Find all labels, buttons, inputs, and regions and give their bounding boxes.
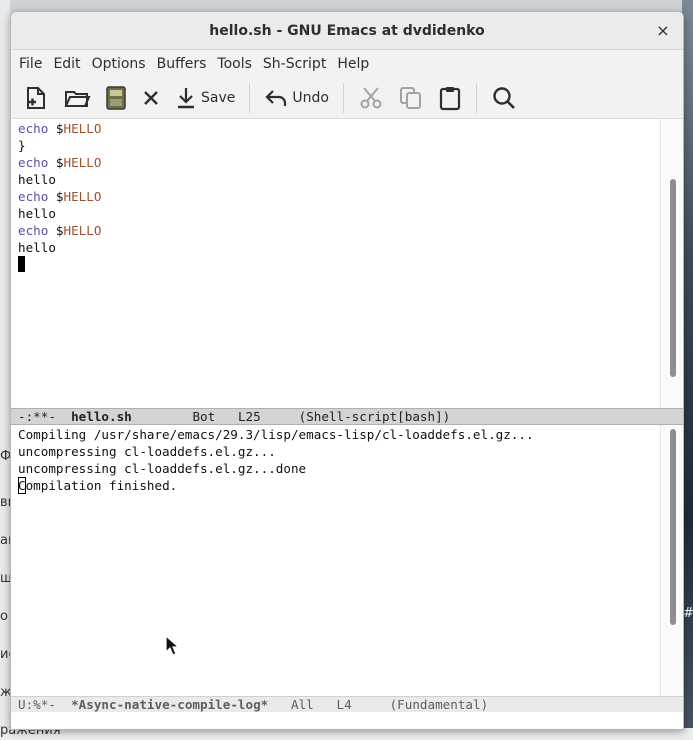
scrollbar-thumb[interactable] [670,429,676,625]
modeline-buffer-name[interactable]: hello.sh [71,409,132,424]
menu-bar: File Edit Options Buffers Tools Sh-Scrip… [11,50,683,78]
code-line [18,256,659,273]
desktop-background-left [0,0,10,740]
menu-buffers[interactable]: Buffers [156,56,215,72]
menu-options[interactable]: Options [91,56,154,72]
code-line: echo $HELLO [18,121,102,136]
save-buffer-icon [106,86,126,110]
mode-line-bottom[interactable]: U:%*- *Async-native-compile-log* All L4 … [11,696,683,712]
code-line: echo $HELLO [18,223,102,238]
code-line: echo $HELLO [18,155,102,170]
window-title: hello.sh - GNU Emacs at dvdidenko [209,22,485,39]
editor-buffer-hello-sh[interactable]: echo $HELLO } echo $HELLO hello echo $HE… [11,119,683,408]
modeline-position: Bot [192,409,216,424]
text-cursor [18,256,25,272]
code-line: hello [18,172,56,187]
save-button[interactable]: Save [175,82,235,114]
menu-sh-script[interactable]: Sh-Script [262,56,334,72]
buffer-text: Compiling /usr/share/emacs/29.3/lisp/ema… [18,426,659,494]
scrollbar-thumb[interactable] [670,179,676,377]
background-text-fragment: #h [683,606,693,621]
modeline-line-number: L4 [336,697,352,712]
mouse-pointer-icon [165,635,179,656]
open-file-button[interactable] [63,82,91,114]
paste-icon [439,87,461,111]
editor-buffer-compile-log[interactable]: Compiling /usr/share/emacs/29.3/lisp/ema… [11,425,683,696]
background-text-fragment: о [0,609,8,624]
undo-label: Undo [292,90,329,106]
code-line: hello [18,240,56,255]
log-line: Compilation finished. [18,477,178,494]
code-line: hello [18,206,56,221]
buffer-text: echo $HELLO } echo $HELLO hello echo $HE… [18,120,659,273]
emacs-window: hello.sh - GNU Emacs at dvdidenko × File… [10,11,684,730]
search-button[interactable] [491,82,517,114]
vertical-scrollbar[interactable] [660,119,683,408]
code-line: } [18,138,26,153]
modeline-status: U:%*- [18,697,56,712]
kill-buffer-button[interactable] [141,82,161,114]
paste-button[interactable] [438,82,462,114]
code-line: echo $HELLO [18,189,102,204]
close-window-button[interactable]: × [653,21,673,41]
toolbar-separator [342,83,344,113]
inactive-cursor: C [18,477,26,494]
echo-area[interactable] [11,712,683,728]
cut-icon [360,87,382,109]
modeline-status: -:**- [18,409,56,424]
menu-file[interactable]: File [18,56,50,72]
menu-edit[interactable]: Edit [52,56,88,72]
mode-line-top[interactable]: -:**- hello.sh Bot L25 (Shell-script[bas… [11,408,683,425]
new-file-icon [27,87,45,109]
toolbar-separator [249,83,251,113]
save-icon [178,88,194,109]
toolbar-separator [475,83,477,113]
close-buffer-icon [144,91,158,105]
copy-icon [399,87,421,109]
copy-button[interactable] [398,82,424,114]
modeline-position: All [290,697,314,712]
menu-tools[interactable]: Tools [216,56,260,72]
cut-button[interactable] [358,82,384,114]
undo-button[interactable]: Undo [264,82,329,114]
search-icon [493,87,515,109]
new-file-button[interactable] [23,82,49,114]
log-line: Compiling /usr/share/emacs/29.3/lisp/ema… [18,427,534,442]
log-line: uncompressing cl-loaddefs.el.gz...done [18,461,307,476]
open-folder-icon [64,91,91,107]
modeline-buffer-name[interactable]: *Async-native-compile-log* [71,697,268,712]
dired-button[interactable] [105,82,127,114]
toolbar: Save Undo [11,78,683,119]
modeline-major-mode[interactable]: (Shell-script[bash]) [299,409,451,424]
vertical-scrollbar[interactable] [660,425,683,696]
modeline-line-number: L25 [237,409,261,424]
log-line: uncompressing cl-loaddefs.el.gz... [18,444,276,459]
save-label: Save [201,90,236,106]
undo-icon [265,90,287,106]
title-bar[interactable]: hello.sh - GNU Emacs at dvdidenko × [11,12,683,50]
menu-help[interactable]: Help [336,56,377,72]
modeline-major-mode[interactable]: (Fundamental) [390,697,489,712]
